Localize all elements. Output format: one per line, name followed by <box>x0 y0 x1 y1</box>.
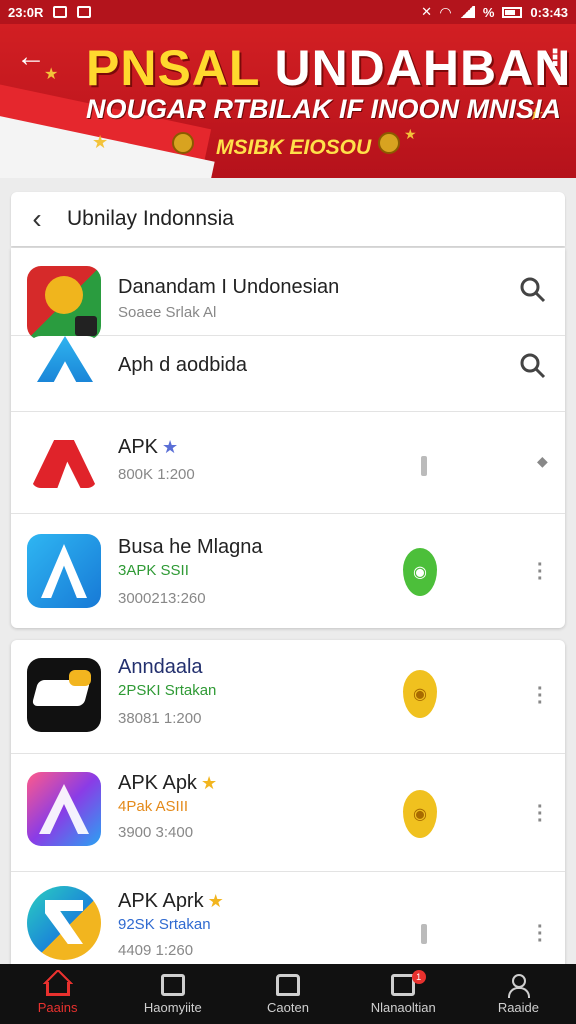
star-icon: ★ <box>162 437 179 457</box>
list-item[interactable]: APK Aprk ★ 92SK Srtakan 4409 1:260 · · · <box>11 872 565 970</box>
library-icon <box>160 973 185 996</box>
app-sub: 2PSKI Srtakan <box>118 682 217 699</box>
app-meta: 3900 3:400 <box>118 824 194 841</box>
star-icon: ★ <box>207 891 224 911</box>
store-icon <box>276 973 300 996</box>
app-icon <box>27 772 101 846</box>
user-icon <box>506 973 531 998</box>
list-item[interactable]: Busa he Mlagna 3APK SSII 3000213:260 ◉ ·… <box>11 514 565 628</box>
app-screen: 23:0R ✕ ◠ % 0:3:43 ← ★ ★ ★ ★ PNSAL UNDAH… <box>0 0 576 1024</box>
kebab-menu-icon[interactable]: · · · <box>537 679 544 713</box>
kebab-menu-icon[interactable]: · · · <box>537 917 544 951</box>
app-meta: 4409 1:260 <box>118 942 194 959</box>
app-meta: 38081 1:200 <box>118 710 202 727</box>
app-icon <box>27 886 101 960</box>
app-list-card: Anndaala 2PSKI Srtakan 38081 1:200 ◉ · · ·… <box>11 640 565 970</box>
app-sub: 3APK SSII <box>118 562 189 579</box>
banner-subtitle: NOUGAR RTBILAK IF INOON MNISIA <box>86 94 561 124</box>
tag-icon[interactable]: ◆ <box>537 454 548 468</box>
list-item[interactable]: APK Apk ★ 4Pak ASIII 3900 3:400 ◉ · · · <box>11 754 565 872</box>
app-icon <box>27 426 101 500</box>
page-header: ‹ Ubnilay Indonnsia <box>11 192 565 246</box>
star-icon: ★ <box>404 126 417 142</box>
app-name-text: APK <box>118 436 159 458</box>
wifi-icon: ◠ <box>440 3 451 20</box>
app-meta: 3000213:260 <box>118 590 206 607</box>
signal-icon <box>458 6 475 18</box>
app-name: Anndaala <box>118 656 203 678</box>
nav-item-home[interactable]: Paains <box>0 964 115 1024</box>
app-list-card: Danandam I Undonesian Soaee Srlak Al Aph… <box>11 248 565 628</box>
search-icon[interactable] <box>519 352 547 380</box>
nav-label: Raaide <box>497 999 540 1015</box>
status-bar: 23:0R ✕ ◠ % 0:3:43 <box>0 0 576 24</box>
app-sub: 4Pak ASIII <box>118 798 189 815</box>
back-arrow-icon[interactable]: ← <box>16 42 46 72</box>
battery-percent: % <box>482 4 495 20</box>
nav-item-library[interactable]: Haomyiite <box>115 964 230 1024</box>
emblem-icon <box>172 132 194 154</box>
nav-label: Haomyiite <box>143 999 202 1015</box>
banner-title-white: UNDAHBAN <box>274 40 572 96</box>
kebab-menu-icon[interactable]: · · · <box>537 555 544 589</box>
star-icon: ★ <box>200 773 218 793</box>
status-time-right: 0:3:43 <box>530 4 568 20</box>
list-item[interactable]: Anndaala 2PSKI Srtakan 38081 1:200 ◉ · · · <box>11 640 565 754</box>
garuda-icon <box>378 132 400 154</box>
app-icon <box>27 336 101 394</box>
pin-icon <box>421 456 427 476</box>
app-name: Busa he Mlagna <box>118 536 263 558</box>
nav-label: Nlanaoltian <box>370 999 436 1015</box>
star-icon: ★ <box>44 66 59 83</box>
app-name: APK ★ <box>118 436 178 459</box>
app-sub: Soaee Srlak Al <box>118 304 217 321</box>
app-name-text: APK Aprk <box>118 890 204 912</box>
banner-title-yellow: PNSAL <box>86 40 260 96</box>
app-icon <box>27 658 101 732</box>
more-icon[interactable]: ⁝ <box>550 44 560 70</box>
android-badge-icon: ◉ <box>403 790 437 838</box>
list-item[interactable]: Danandam I Undonesian Soaee Srlak Al <box>11 248 565 340</box>
app-icon <box>27 266 101 340</box>
app-sub: 800K 1:200 <box>118 466 195 483</box>
notification-badge: 1 <box>411 970 426 984</box>
nav-item-notifications[interactable]: 1 Nlanaoltian <box>346 964 461 1024</box>
nav-item-profile[interactable]: Raaide <box>461 964 576 1024</box>
android-badge-icon: ◉ <box>403 670 437 718</box>
notification-icon <box>53 6 68 18</box>
page-title: Ubnilay Indonnsia <box>67 207 234 230</box>
home-icon <box>42 969 73 996</box>
banner-tagline: MSIBK EIOSOU <box>216 136 372 159</box>
app-name: Aph d aodbida <box>118 354 248 376</box>
app-name: APK Apk ★ <box>118 772 217 795</box>
app-name: Danandam I Undonesian <box>118 276 340 298</box>
status-time-left: 23:0R <box>8 4 44 20</box>
list-item[interactable]: Aph d aodbida <box>11 336 565 412</box>
star-icon: ★ <box>92 132 109 152</box>
app-name-text: APK Apk <box>118 772 197 794</box>
bottom-nav: Paains Haomyiite Caoten 1 Nlanaoltian Ra… <box>0 964 576 1024</box>
pin-icon <box>421 924 427 944</box>
nav-label: Caoten <box>267 999 309 1015</box>
search-icon[interactable] <box>519 276 547 304</box>
app-name: APK Aprk ★ <box>118 890 224 913</box>
nav-item-content[interactable]: Caoten <box>230 964 345 1024</box>
promo-banner: ← ★ ★ ★ ★ PNSAL UNDAHBAN NOUGAR RTBILAK … <box>0 24 576 178</box>
notification-icon <box>77 6 92 18</box>
chevron-left-icon[interactable]: ‹ <box>11 205 51 233</box>
android-badge-icon: ◉ <box>403 548 437 596</box>
battery-icon <box>502 6 523 18</box>
banner-title: PNSAL UNDAHBAN <box>86 40 571 96</box>
kebab-menu-icon[interactable]: · · · <box>537 797 544 831</box>
list-item[interactable]: APK ★ 800K 1:200 ◆ <box>11 412 565 514</box>
app-icon <box>27 534 101 608</box>
app-sub: 92SK Srtakan <box>118 916 211 933</box>
mute-icon: ✕ <box>421 4 433 19</box>
nav-label: Paains <box>37 999 78 1015</box>
